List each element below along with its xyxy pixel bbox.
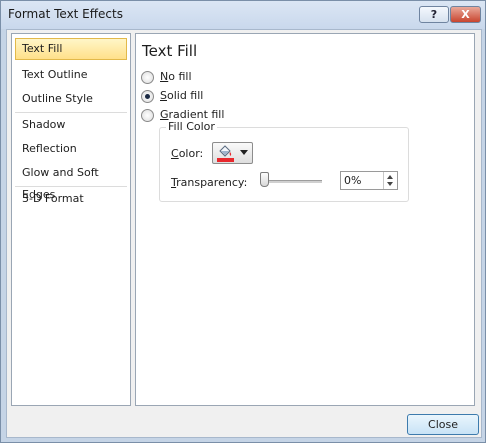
dropdown-arrow-icon <box>240 150 248 155</box>
nav-item-label: 3-D Format <box>22 192 84 205</box>
solid-fill-option[interactable]: Solid fill <box>141 88 203 104</box>
panel-title: Text Fill <box>142 42 198 60</box>
transparency-slider-thumb[interactable] <box>260 172 269 187</box>
help-icon: ? <box>430 8 438 21</box>
fill-color-group-title: Fill Color <box>166 120 217 133</box>
format-text-effects-dialog: Format Text Effects ? X Text Fill Text O… <box>0 0 486 443</box>
no-fill-label: No fill <box>160 70 192 83</box>
nav-item-text-outline[interactable]: Text Outline <box>15 64 127 86</box>
nav-item-label: Text Fill <box>22 42 63 55</box>
nav-item-shadow[interactable]: Shadow <box>15 114 127 136</box>
gradient-fill-radio[interactable] <box>141 108 154 122</box>
nav-item-text-fill[interactable]: Text Fill <box>15 38 127 60</box>
text-fill-panel: Text Fill No fill Solid fill Gradient fi… <box>135 33 475 406</box>
transparency-slider-track[interactable] <box>264 180 322 183</box>
nav-item-label: Reflection <box>22 142 77 155</box>
nav-item-reflection[interactable]: Reflection <box>15 138 127 160</box>
nav-item-label: Outline Style <box>22 92 93 105</box>
color-swatch <box>217 158 234 162</box>
no-fill-option[interactable]: No fill <box>141 69 192 85</box>
close-button[interactable]: Close <box>407 414 479 435</box>
spin-up-icon[interactable] <box>387 175 393 179</box>
nav-divider <box>15 112 127 113</box>
category-list: Text Fill Text Outline Outline Style Sha… <box>11 33 131 406</box>
transparency-spinbox[interactable]: 0% <box>340 171 398 190</box>
spin-buttons <box>383 172 397 189</box>
color-picker-button[interactable] <box>212 142 253 164</box>
spin-down-icon[interactable] <box>387 182 393 186</box>
paint-bucket-icon <box>219 145 232 157</box>
color-label: Color: <box>171 147 204 160</box>
nav-divider <box>15 186 127 187</box>
help-button[interactable]: ? <box>419 6 449 23</box>
nav-item-label: Text Outline <box>22 68 88 81</box>
no-fill-radio[interactable] <box>141 70 154 84</box>
solid-fill-radio[interactable] <box>141 89 154 103</box>
close-icon: X <box>461 8 470 21</box>
title-bar: Format Text Effects ? X <box>1 1 485 29</box>
window-title: Format Text Effects <box>8 7 123 21</box>
nav-item-3d-format[interactable]: 3-D Format <box>15 188 127 210</box>
solid-fill-label: Solid fill <box>160 89 204 102</box>
nav-item-glow-soft-edges[interactable]: Glow and Soft Edges <box>15 162 127 201</box>
nav-item-outline-style[interactable]: Outline Style <box>15 88 127 110</box>
window-close-button[interactable]: X <box>450 6 481 23</box>
dialog-body: Text Fill Text Outline Outline Style Sha… <box>6 29 482 438</box>
nav-item-label: Shadow <box>22 118 66 131</box>
transparency-label: Transparency: <box>171 176 248 189</box>
transparency-value[interactable]: 0% <box>344 174 361 187</box>
fill-color-group: Fill Color Color: Transparency: 0% <box>159 120 409 202</box>
